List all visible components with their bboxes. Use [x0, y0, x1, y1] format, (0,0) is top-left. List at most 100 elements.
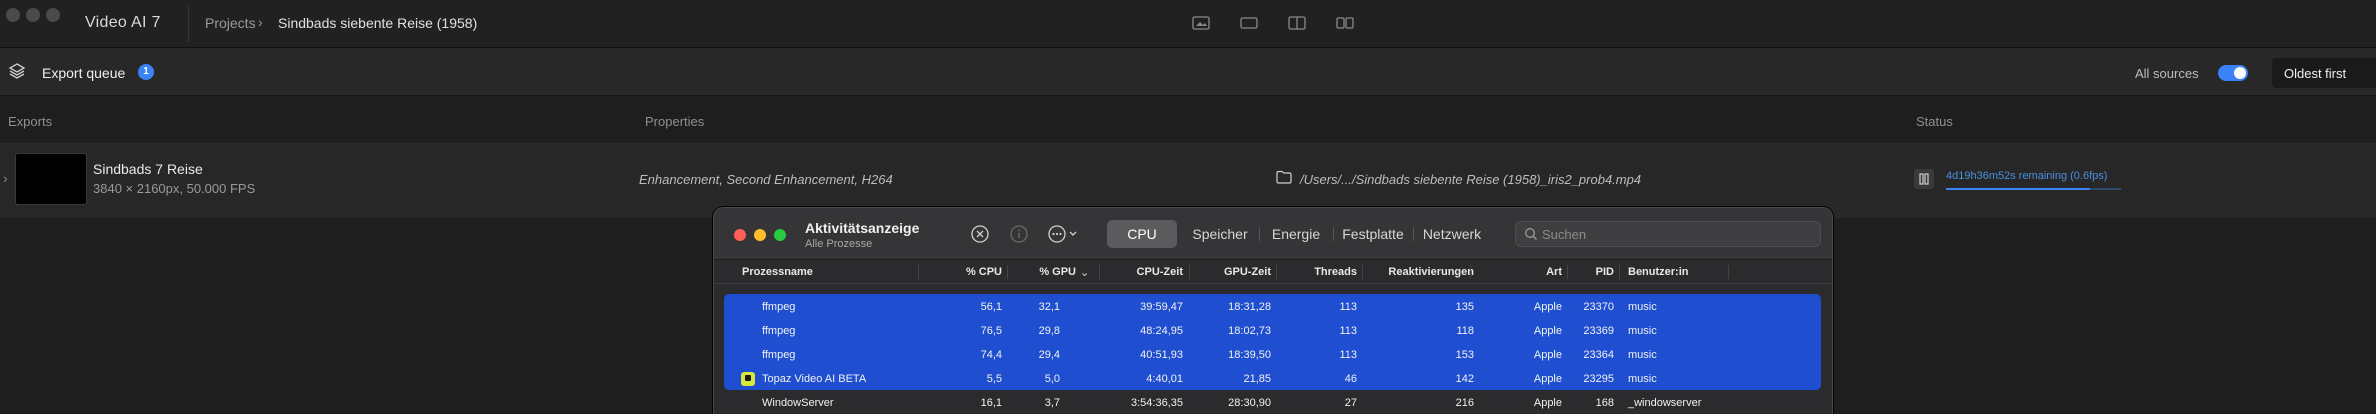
am-zoom-button[interactable]	[774, 229, 786, 241]
column-divider	[1276, 265, 1277, 279]
side-by-side-view-icon[interactable]	[1336, 16, 1354, 30]
process-kind-cell: Apple	[1533, 349, 1562, 361]
column-header-process-name[interactable]: Prozessname	[742, 266, 813, 278]
am-close-button[interactable]	[734, 229, 746, 241]
export-thumbnail	[15, 153, 87, 205]
column-divider	[1189, 265, 1190, 279]
split-view-icon[interactable]	[1288, 16, 1306, 30]
process-pid-cell: 168	[1595, 397, 1614, 409]
pause-button[interactable]	[1914, 169, 1934, 189]
column-header-wakeups[interactable]: Reaktivierungen	[1362, 266, 1474, 278]
tab-divider	[1259, 227, 1260, 241]
compare-view-icon[interactable]	[1240, 16, 1258, 30]
process-name-cell: WindowServer	[762, 397, 834, 409]
column-header-kind[interactable]: Art	[1522, 266, 1562, 278]
queue-count-badge: 1	[138, 64, 154, 80]
sort-order-select[interactable]: Oldest first	[2272, 58, 2376, 88]
am-window-title: Aktivitätsanzeige	[805, 220, 920, 236]
am-search-input[interactable]	[1542, 226, 1812, 242]
column-header-pid[interactable]: PID	[1574, 266, 1614, 278]
breadcrumb-projects[interactable]: Projects	[205, 15, 256, 31]
process-cpu-cell: 56,1	[980, 301, 1002, 313]
process-row[interactable]: ffmpeg 56,1 32,1 39:59,47 18:31,28 113 135 Appl…	[724, 296, 1821, 320]
process-row[interactable]: ffmpeg 74,4 29,4 40:51,93 18:39,50 113 153 Appl…	[724, 344, 1821, 368]
process-pid-cell: 23364	[1583, 349, 1614, 361]
process-cpu-time-cell: 40:51,93	[1140, 349, 1183, 361]
am-tab-network[interactable]: Netzwerk	[1415, 220, 1489, 248]
process-cpu-cell: 74,4	[980, 349, 1002, 361]
process-pid-cell: 23295	[1583, 373, 1614, 385]
process-cpu-time-cell: 4:40,01	[1146, 373, 1183, 385]
export-progress-fill	[1946, 188, 2090, 190]
column-divider	[1619, 265, 1620, 279]
am-tab-memory[interactable]: Speicher	[1183, 220, 1257, 248]
process-name-cell: ffmpeg	[762, 349, 796, 361]
export-properties: Enhancement, Second Enhancement, H264	[639, 172, 893, 187]
column-header-cpu-time[interactable]: CPU-Zeit	[1128, 266, 1183, 278]
column-header-gpu[interactable]: % GPU	[1034, 266, 1076, 278]
process-cpu-cell: 5,5	[986, 373, 1002, 385]
single-view-icon[interactable]	[1192, 16, 1210, 30]
process-row[interactable]: WindowServer 16,1 3,7 3:54:36,35 28:30,90 27 2…	[724, 392, 1821, 414]
minimize-window-button[interactable]	[26, 8, 40, 22]
close-window-button[interactable]	[6, 8, 20, 22]
export-status-text: 4d19h36m52s remaining (0.6fps)	[1946, 170, 2108, 182]
more-actions-icon[interactable]	[1047, 224, 1081, 249]
column-header-user[interactable]: Benutzer:in	[1628, 266, 1689, 278]
column-header-exports[interactable]: Exports	[8, 114, 52, 129]
process-pid-cell: 23370	[1583, 301, 1614, 313]
export-table-header: Exports Properties Status	[0, 96, 2376, 144]
process-threads-cell: 46	[1344, 373, 1357, 385]
folder-icon[interactable]	[1276, 170, 1292, 189]
process-row[interactable]: Topaz Video AI BETA 5,5 5,0 4:40,01 21,85 46 1…	[724, 368, 1821, 392]
process-threads-cell: 113	[1339, 325, 1357, 337]
stop-process-icon[interactable]	[970, 224, 990, 249]
am-tab-energy[interactable]: Energie	[1261, 220, 1331, 248]
all-sources-label: All sources	[2135, 66, 2199, 81]
am-search-field[interactable]	[1515, 221, 1821, 247]
column-divider	[918, 265, 919, 279]
export-output-path[interactable]: /Users/.../Sindbads siebente Reise (1958…	[1300, 172, 1641, 187]
process-cpu-cell: 76,5	[980, 325, 1002, 337]
column-divider	[1567, 265, 1568, 279]
column-header-cpu[interactable]: % CPU	[962, 266, 1002, 278]
am-tab-disk[interactable]: Festplatte	[1335, 220, 1411, 248]
all-sources-toggle[interactable]	[2218, 65, 2248, 81]
process-name-cell: ffmpeg	[762, 325, 796, 337]
process-gpu-cell: 32,1	[1038, 301, 1060, 313]
process-cpu-time-cell: 48:24,95	[1140, 325, 1183, 337]
export-queue-label: Export queue	[42, 65, 126, 81]
process-user-cell: music	[1628, 349, 1657, 361]
tab-divider	[1413, 227, 1414, 241]
info-icon[interactable]	[1009, 224, 1029, 249]
process-gpu-time-cell: 18:02,73	[1228, 325, 1271, 337]
column-divider	[1728, 265, 1729, 279]
process-wakeups-cell: 118	[1456, 325, 1474, 337]
column-header-gpu-time[interactable]: GPU-Zeit	[1214, 266, 1271, 278]
process-pid-cell: 23369	[1583, 325, 1614, 337]
breadcrumb-current-project: Sindbads siebente Reise (1958)	[278, 15, 478, 31]
process-row[interactable]: ffmpeg 76,5 29,8 48:24,95 18:02,73 113 118 Appl…	[724, 320, 1821, 344]
column-divider	[1007, 265, 1008, 279]
tab-divider	[1333, 227, 1334, 241]
title-bar: Video AI 7 Projects › Sindbads siebente …	[0, 0, 2376, 48]
am-tab-cpu[interactable]: CPU	[1107, 220, 1177, 248]
search-icon	[1524, 227, 1538, 246]
title-divider	[188, 6, 189, 42]
process-gpu-cell: 29,4	[1038, 349, 1060, 361]
column-divider	[1470, 265, 1471, 279]
process-gpu-cell: 29,8	[1038, 325, 1060, 337]
process-cpu-cell: 16,1	[980, 397, 1002, 409]
column-header-properties[interactable]: Properties	[645, 114, 704, 129]
export-name: Sindbads 7 Reise	[93, 161, 203, 177]
process-kind-cell: Apple	[1533, 325, 1562, 337]
process-gpu-time-cell: 28:30,90	[1228, 397, 1271, 409]
column-header-status[interactable]: Status	[1916, 114, 1953, 129]
process-wakeups-cell: 153	[1455, 349, 1474, 361]
zoom-window-button[interactable]	[46, 8, 60, 22]
column-header-threads[interactable]: Threads	[1297, 266, 1357, 278]
am-minimize-button[interactable]	[754, 229, 766, 241]
sort-descending-icon[interactable]: ⌄	[1080, 266, 1089, 279]
expand-chevron-icon[interactable]: ›	[3, 170, 8, 186]
process-gpu-cell: 5,0	[1044, 373, 1060, 385]
